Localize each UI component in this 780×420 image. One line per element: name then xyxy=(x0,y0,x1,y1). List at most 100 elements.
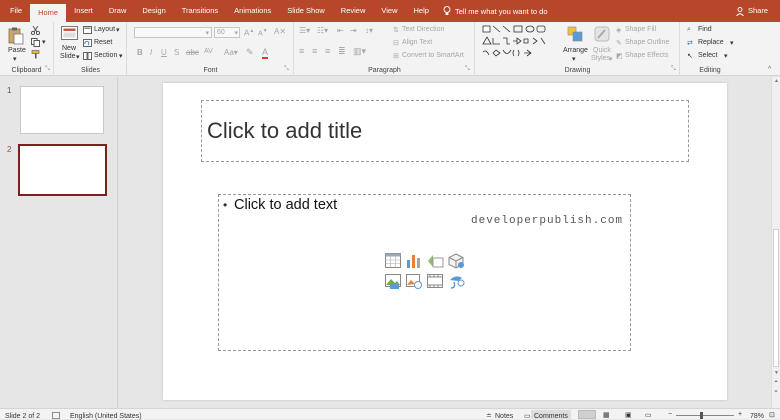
tab-view[interactable]: View xyxy=(373,0,405,22)
normal-view-button[interactable] xyxy=(578,410,596,419)
cut-icon[interactable] xyxy=(31,26,40,35)
columns-icon[interactable]: ▥▾ xyxy=(353,46,366,57)
font-group: ▾ 60 ▾ A▲ A▼ A✕ B I U S abc AV Aa▾ ✎ A F… xyxy=(128,22,294,76)
tab-home[interactable]: Home xyxy=(30,4,67,22)
slide-sorter-icon[interactable]: ▦ xyxy=(603,411,610,419)
increase-font-icon[interactable]: A▲ xyxy=(244,28,254,38)
section-button[interactable]: Section ▾ xyxy=(83,51,125,62)
decrease-indent-icon[interactable]: ⇤ xyxy=(337,26,344,35)
dialog-launcher-icon[interactable]: ⤡ xyxy=(465,66,470,73)
underline-icon[interactable]: U xyxy=(161,48,167,57)
copy-icon[interactable] xyxy=(31,38,40,47)
new-slide-button[interactable]: New Slide ▾ xyxy=(58,25,80,65)
character-spacing-icon[interactable]: AV xyxy=(204,48,213,55)
align-text-button[interactable]: ⊟ Align Text xyxy=(393,39,473,49)
shapes-gallery-icon[interactable] xyxy=(482,25,550,61)
change-case-icon[interactable]: Aa▾ xyxy=(224,48,238,57)
search-icon: ⌕ xyxy=(687,26,691,33)
status-bar: Slide 2 of 2 English (United States) ≐ N… xyxy=(0,408,780,420)
tell-me-box[interactable]: Tell me what you want to do xyxy=(443,6,548,16)
align-right-icon[interactable]: ≡ xyxy=(325,46,330,56)
insert-icons-icon[interactable] xyxy=(448,273,465,289)
highlight-icon[interactable]: ✎ xyxy=(246,47,254,58)
drawing-group: Arrange ▾ Quick Styles ▾ ◈ Shape Fill ✎ … xyxy=(476,22,680,76)
align-left-icon[interactable]: ≡ xyxy=(299,46,304,56)
scroll-thumb[interactable] xyxy=(773,229,779,367)
clear-formatting-icon[interactable]: A✕ xyxy=(274,27,286,36)
slide-thumbnail-1[interactable] xyxy=(20,86,104,134)
paste-button[interactable]: Paste ▾ xyxy=(5,25,27,63)
shape-fill-button[interactable]: ◈ Shape Fill xyxy=(616,26,678,36)
insert-chart-icon[interactable] xyxy=(406,253,422,268)
justify-icon[interactable]: ≣ xyxy=(338,46,346,57)
tab-review[interactable]: Review xyxy=(333,0,374,22)
quick-styles-button[interactable]: Quick Styles ▾ xyxy=(590,25,614,67)
dialog-launcher-icon[interactable]: ⤡ xyxy=(284,66,289,73)
scroll-up-icon[interactable]: ▲ xyxy=(774,78,779,84)
tab-insert[interactable]: Insert xyxy=(66,0,101,22)
slide-thumbnail-2[interactable] xyxy=(18,144,107,196)
zoom-out-icon[interactable]: − xyxy=(668,411,672,418)
line-spacing-icon[interactable]: ↕▾ xyxy=(365,26,373,35)
zoom-slider-thumb[interactable] xyxy=(700,412,703,419)
layout-button[interactable]: Layout ▾ xyxy=(83,25,123,36)
shape-effects-button[interactable]: ◩ Shape Effects xyxy=(616,52,678,62)
format-painter-icon[interactable] xyxy=(31,50,40,59)
font-color-icon[interactable]: A xyxy=(262,47,269,59)
insert-video-icon[interactable] xyxy=(427,274,443,288)
dialog-launcher-icon[interactable]: ⤡ xyxy=(45,66,50,73)
zoom-in-icon[interactable]: + xyxy=(738,411,742,418)
tab-draw[interactable]: Draw xyxy=(101,0,135,22)
reset-button[interactable]: Reset xyxy=(83,38,123,49)
decrease-font-icon[interactable]: A▼ xyxy=(258,28,268,37)
chevron-down-icon: ▾ xyxy=(76,54,80,61)
bullets-icon[interactable]: ☰▾ xyxy=(299,26,310,35)
paste-icon xyxy=(8,27,24,45)
previous-slide-icon[interactable]: ⏶ xyxy=(774,379,778,385)
spelling-icon[interactable] xyxy=(52,412,60,419)
reading-view-icon[interactable]: ▣ xyxy=(625,411,632,419)
tab-file[interactable]: File xyxy=(0,0,30,22)
next-slide-icon[interactable]: ⏷ xyxy=(774,389,778,395)
effects-icon: ◩ xyxy=(616,53,623,60)
tab-slide-show[interactable]: Slide Show xyxy=(279,0,333,22)
find-button[interactable]: ⌕ Find xyxy=(687,26,737,36)
zoom-slider[interactable] xyxy=(676,412,734,419)
numbering-icon[interactable]: ☷▾ xyxy=(317,26,328,35)
dialog-launcher-icon[interactable]: ⤡ xyxy=(671,66,676,73)
paint-bucket-icon: ◈ xyxy=(616,27,622,34)
slideshow-icon[interactable]: ▭ xyxy=(645,411,652,419)
editing-group: ⌕ Find ⇄ Replace ▾ ↖ Select ▾ Editing xyxy=(681,22,739,76)
paste-label: Paste xyxy=(8,47,26,54)
font-family-select[interactable]: ▾ xyxy=(134,27,212,38)
bold-icon[interactable]: B xyxy=(137,48,143,57)
fit-to-window-icon[interactable]: ⊡ xyxy=(769,411,775,419)
align-center-icon[interactable]: ≡ xyxy=(312,46,317,56)
font-size-select[interactable]: 60 ▾ xyxy=(214,27,240,38)
increase-indent-icon[interactable]: ⇥ xyxy=(350,26,357,35)
insert-table-icon[interactable] xyxy=(385,253,401,268)
insert-picture-icon[interactable] xyxy=(385,274,401,289)
convert-smartart-button[interactable]: ⊞ Convert to SmartArt xyxy=(393,52,473,62)
text-direction-button[interactable]: ⇅ Text Direction xyxy=(393,26,473,36)
vertical-scrollbar[interactable]: ▲ ▼ ⏶ ⏷ xyxy=(771,77,780,408)
strikethrough-icon[interactable]: abc xyxy=(186,48,199,57)
shape-outline-button[interactable]: ✎ Shape Outline xyxy=(616,39,678,49)
title-placeholder[interactable]: Click to add title xyxy=(201,100,689,162)
insert-online-picture-icon[interactable] xyxy=(406,274,422,289)
scroll-down-icon[interactable]: ▼ xyxy=(774,370,779,376)
tab-animations[interactable]: Animations xyxy=(226,0,279,22)
replace-button[interactable]: ⇄ Replace ▾ xyxy=(687,39,739,49)
tab-design[interactable]: Design xyxy=(134,0,173,22)
italic-icon[interactable]: I xyxy=(150,48,152,57)
content-placeholder[interactable]: • Click to add text developerpublish.com xyxy=(218,194,631,351)
collapse-ribbon-icon[interactable]: ^ xyxy=(768,66,771,73)
arrange-button[interactable]: Arrange ▾ xyxy=(562,25,588,65)
tab-help[interactable]: Help xyxy=(406,0,437,22)
share-button[interactable]: Share xyxy=(736,0,768,22)
insert-smartart-icon[interactable] xyxy=(427,253,444,268)
tab-transitions[interactable]: Transitions xyxy=(174,0,226,22)
select-button[interactable]: ↖ Select ▾ xyxy=(687,52,737,62)
insert-3d-model-icon[interactable] xyxy=(448,253,465,269)
shadow-icon[interactable]: S xyxy=(174,48,179,57)
